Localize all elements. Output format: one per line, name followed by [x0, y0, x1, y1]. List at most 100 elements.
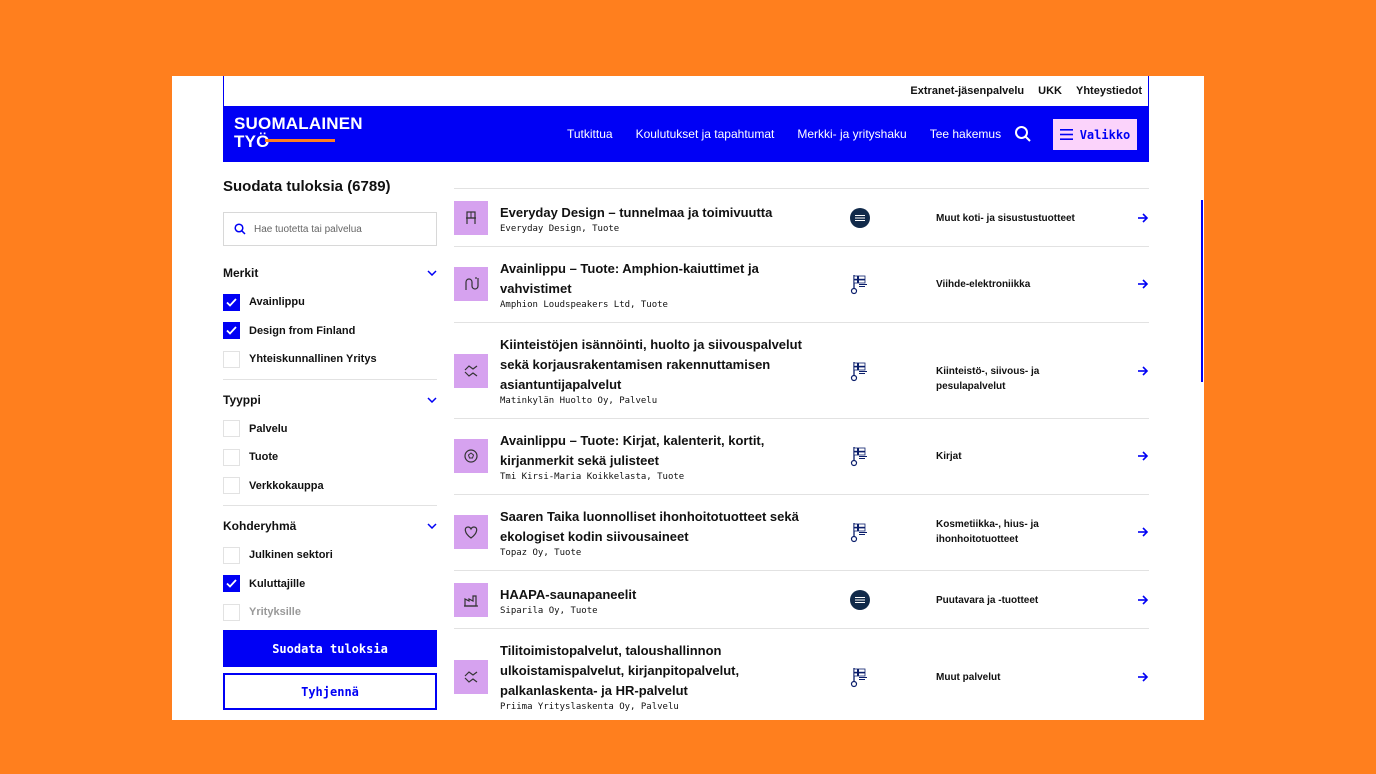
- result-category: Kosmetiikka-, hius- ja ihonhoitotuotteet: [936, 519, 1039, 545]
- arrow-right-icon[interactable]: [1137, 526, 1149, 538]
- handshake-icon: [464, 365, 478, 377]
- factory-icon: [464, 595, 478, 607]
- avainlippu-logo: [850, 274, 870, 295]
- chevron-down-icon[interactable]: [427, 523, 437, 529]
- scrollbar[interactable]: [1201, 200, 1203, 382]
- extranet-link[interactable]: Extranet-jäsenpalvelu: [910, 85, 1024, 97]
- filter-option[interactable]: Palvelu: [223, 415, 437, 444]
- check-icon: [226, 326, 237, 336]
- result-title[interactable]: Kiinteistöjen isännöinti, huolto ja siiv…: [500, 335, 830, 395]
- arrow-right-icon[interactable]: [1137, 365, 1149, 377]
- logo-line1: SUOMALAINEN: [234, 114, 363, 133]
- checkbox[interactable]: [223, 575, 240, 593]
- filter-group-header[interactable]: Tyyppi: [223, 391, 437, 409]
- result-category: Muut koti- ja sisustustuotteet: [936, 213, 1075, 224]
- filter-option[interactable]: Yhteiskunnallinen Yritys: [223, 345, 437, 374]
- avainlippu-logo: [850, 446, 870, 467]
- result-row[interactable]: HAAPA-saunapaneelit Siparila Oy, Tuote Puu…: [454, 570, 1149, 628]
- result-row[interactable]: Avainlippu – Tuote: Amphion-kaiuttimet j…: [454, 246, 1149, 322]
- checkbox[interactable]: [223, 322, 240, 340]
- result-title[interactable]: Avainlippu – Tuote: Amphion-kaiuttimet j…: [500, 259, 830, 299]
- faq-link[interactable]: UKK: [1038, 85, 1062, 97]
- checkbox[interactable]: [223, 477, 240, 495]
- checkbox[interactable]: [223, 546, 240, 564]
- checkbox[interactable]: [223, 448, 240, 466]
- result-row[interactable]: Tilitoimistopalvelut, taloushallinnon ul…: [454, 628, 1149, 720]
- arrow-right-icon[interactable]: [1137, 450, 1149, 462]
- filter-option-label: Yhteiskunnallinen Yritys: [249, 353, 377, 366]
- result-category: Viihde-elektroniikka: [936, 279, 1031, 290]
- contact-link[interactable]: Yhteystiedot: [1076, 85, 1142, 97]
- utility-bar: Extranet-jäsenpalvelu UKK Yhteystiedot: [223, 76, 1149, 106]
- result-title[interactable]: HAAPA-saunapaneelit: [500, 585, 830, 605]
- logo[interactable]: SUOMALAINEN TYÖ: [234, 115, 363, 151]
- result-text: Avainlippu – Tuote: Kirjat, kalenterit, …: [500, 431, 830, 483]
- design-from-finland-logo: [850, 208, 870, 228]
- chevron-down-icon[interactable]: [427, 270, 437, 276]
- checkbox[interactable]: [223, 603, 240, 621]
- handshake-icon: [464, 671, 478, 683]
- nav-link-hakemus[interactable]: Tee hakemus: [930, 127, 1001, 141]
- filter-group-header[interactable]: Merkit: [223, 264, 437, 282]
- results-list: Everyday Design – tunnelmaa ja toimivuut…: [454, 188, 1149, 720]
- filter-option[interactable]: Kuluttajille: [223, 570, 437, 599]
- filter-option[interactable]: Yrityksille: [223, 598, 437, 627]
- result-row[interactable]: Saaren Taika luonnolliset ihonhoitotuott…: [454, 494, 1149, 570]
- result-category: Puutavara ja -tuotteet: [936, 595, 1039, 606]
- result-thumbnail: [454, 267, 488, 301]
- design-from-finland-logo: [850, 590, 870, 610]
- nav-link-tutkittua[interactable]: Tutkittua: [567, 127, 613, 141]
- result-title[interactable]: Everyday Design – tunnelmaa ja toimivuut…: [500, 203, 830, 223]
- filter-option[interactable]: Design from Finland: [223, 317, 437, 346]
- avainlippu-logo: [850, 361, 870, 382]
- search-input[interactable]: [254, 223, 424, 235]
- checkbox[interactable]: [223, 350, 240, 368]
- hamburger-icon: [1059, 129, 1073, 140]
- clear-button[interactable]: Tyhjennä: [223, 673, 437, 710]
- filter-option[interactable]: Tuote: [223, 443, 437, 472]
- nav-link-merkkihaku[interactable]: Merkki- ja yrityshaku: [797, 127, 906, 141]
- main-nav: SUOMALAINEN TYÖ Tutkittua Koulutukset ja…: [223, 106, 1149, 162]
- filter-option[interactable]: Julkinen sektori: [223, 541, 437, 570]
- result-title[interactable]: Saaren Taika luonnolliset ihonhoitotuott…: [500, 507, 830, 547]
- filter-option[interactable]: Avainlippu: [223, 288, 437, 317]
- result-title[interactable]: Avainlippu – Tuote: Kirjat, kalenterit, …: [500, 431, 830, 471]
- key-flag-icon: [850, 668, 867, 688]
- result-subtitle: Tmi Kirsi-Maria Koikkelasta, Tuote: [500, 472, 685, 482]
- chevron-down-icon[interactable]: [427, 396, 437, 403]
- check-icon: [226, 579, 237, 589]
- filter-button[interactable]: Suodata tuloksia: [223, 630, 437, 667]
- result-row[interactable]: Avainlippu – Tuote: Kirjat, kalenterit, …: [454, 418, 1149, 494]
- filter-option-label: Yrityksille: [249, 606, 301, 619]
- checkbox[interactable]: [223, 293, 240, 311]
- result-row[interactable]: Kiinteistöjen isännöinti, huolto ja siiv…: [454, 322, 1149, 418]
- arrow-right-icon[interactable]: [1137, 671, 1149, 683]
- arrow-right-icon[interactable]: [1137, 594, 1149, 606]
- checkbox[interactable]: [223, 420, 240, 438]
- result-text: Avainlippu – Tuote: Amphion-kaiuttimet j…: [500, 259, 830, 311]
- result-title[interactable]: Tilitoimistopalvelut, taloushallinnon ul…: [500, 641, 830, 701]
- result-thumbnail: [454, 583, 488, 617]
- result-subtitle: Amphion Loudspeakers Ltd, Tuote: [500, 300, 668, 310]
- design-from-finland-icon: [850, 208, 870, 228]
- search-icon[interactable]: [1014, 125, 1032, 143]
- heart-icon: [464, 526, 478, 539]
- key-flag-icon: [850, 275, 867, 295]
- result-text: Saaren Taika luonnolliset ihonhoitotuott…: [500, 507, 830, 559]
- filter-group: Merkit Avainlippu Design from Finland Yhtei…: [223, 264, 437, 380]
- result-subtitle: Matinkylän Huolto Oy, Palvelu: [500, 396, 658, 406]
- result-row[interactable]: Everyday Design – tunnelmaa ja toimivuut…: [454, 188, 1149, 246]
- arrow-right-icon[interactable]: [1137, 278, 1149, 290]
- result-category: Kiinteistö-, siivous- ja pesulapalvelut: [936, 366, 1040, 392]
- result-thumbnail: [454, 201, 488, 235]
- nav-link-koulutukset[interactable]: Koulutukset ja tapahtumat: [636, 127, 775, 141]
- filter-option[interactable]: Verkkokauppa: [223, 472, 437, 501]
- arrow-right-icon[interactable]: [1137, 212, 1149, 224]
- filter-group-title: Kohderyhmä: [223, 519, 297, 533]
- filter-option-label: Tuote: [249, 451, 279, 464]
- logo-line2: TYÖ: [234, 132, 270, 151]
- filter-group: Tyyppi Palvelu Tuote Verkkokauppa: [223, 391, 437, 506]
- search-icon: [234, 223, 246, 235]
- filter-group-header[interactable]: Kohderyhmä: [223, 517, 437, 535]
- menu-button[interactable]: Valikko: [1053, 119, 1137, 150]
